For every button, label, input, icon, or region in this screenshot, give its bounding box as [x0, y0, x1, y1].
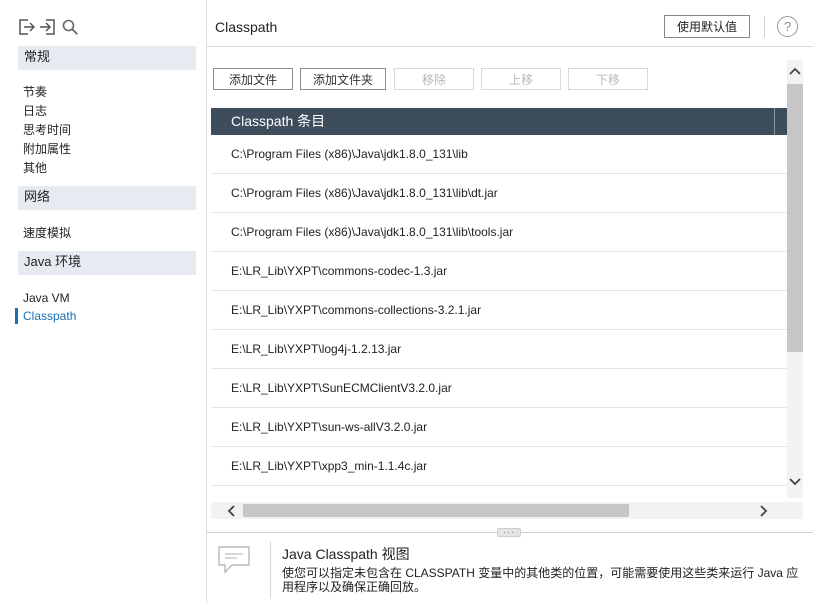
add-file-button[interactable]: 添加文件 [213, 68, 293, 90]
scroll-left-icon[interactable] [221, 502, 241, 519]
help-icon[interactable]: ? [777, 16, 798, 37]
header-divider [764, 16, 765, 38]
remove-button[interactable]: 移除 [394, 68, 474, 90]
sidebar-toolbar [16, 17, 80, 37]
move-up-button[interactable]: 上移 [481, 68, 561, 90]
sidebar-item-miscellaneous[interactable]: 其他 [23, 160, 47, 176]
search-icon[interactable] [60, 17, 80, 37]
sidebar-item-think-time[interactable]: 思考时间 [23, 122, 71, 138]
table-row[interactable]: E:\LR_Lib\YXPT\sun-ws-allV3.2.0.jar [211, 408, 787, 447]
table-row[interactable]: C:\Program Files (x86)\Java\jdk1.8.0_131… [211, 213, 787, 252]
sidebar-item-pacing[interactable]: 节奏 [23, 84, 47, 100]
table-row[interactable]: E:\LR_Lib\YXPT\SunECMClientV3.2.0.jar [211, 369, 787, 408]
horizontal-scroll-thumb[interactable] [243, 504, 629, 517]
sidebar-item-log[interactable]: 日志 [23, 103, 47, 119]
table-row[interactable]: C:\Program Files (x86)\Java\jdk1.8.0_131… [211, 135, 787, 174]
section-header-java-environment: Java 环境 [18, 251, 196, 275]
section-header-general: 常规 [18, 46, 196, 70]
info-description: 使您可以指定未包含在 CLASSPATH 变量中的其他类的位置，可能需要使用这些… [282, 566, 799, 594]
table-row[interactable]: C:\Program Files (x86)\Java\jdk1.8.0_131… [211, 174, 787, 213]
sidebar-item-java-vm[interactable]: Java VM [23, 290, 70, 306]
table-header: Classpath 条目 [211, 108, 787, 135]
table-row[interactable]: E:\LR_Lib\YXPT\commons-collections-3.2.1… [211, 291, 787, 330]
column-header-classpath-entries[interactable]: Classpath 条目 [231, 113, 325, 129]
resize-grip[interactable]: ··· [497, 528, 521, 537]
active-indicator [15, 308, 18, 324]
info-panel: ··· Java Classpath 视图 使您可以指定未包含在 CLASSPA… [207, 528, 813, 603]
info-title: Java Classpath 视图 [282, 546, 410, 562]
scroll-up-icon[interactable] [787, 63, 803, 79]
vertical-scrollbar[interactable] [787, 60, 803, 498]
scroll-down-icon[interactable] [787, 474, 803, 490]
import-icon[interactable] [38, 17, 58, 37]
table-row[interactable]: E:\LR_Lib\YXPT\commons-codec-1.3.jar [211, 252, 787, 291]
sidebar: 常规 节奏 日志 思考时间 附加属性 其他 网络 速度模拟 Java 环境 Ja… [0, 0, 207, 603]
comment-icon [216, 544, 252, 576]
column-separator[interactable] [774, 108, 775, 135]
page-title: Classpath [215, 19, 278, 35]
table-row[interactable]: E:\LR_Lib\YXPT\xpp3_min-1.1.4c.jar [211, 447, 787, 486]
export-icon[interactable] [16, 17, 36, 37]
horizontal-scrollbar[interactable] [211, 502, 803, 519]
info-divider [270, 541, 271, 599]
move-down-button[interactable]: 下移 [568, 68, 648, 90]
table-row[interactable]: E:\LR_Lib\YXPT\log4j-1.2.13.jar [211, 330, 787, 369]
sidebar-item-additional-attributes[interactable]: 附加属性 [23, 141, 71, 157]
add-folder-button[interactable]: 添加文件夹 [300, 68, 386, 90]
content-header: Classpath 使用默认值 ? [207, 0, 813, 47]
section-header-network: 网络 [18, 186, 196, 210]
classpath-table: Classpath 条目 C:\Program Files (x86)\Java… [211, 108, 787, 498]
scroll-right-icon[interactable] [754, 502, 774, 519]
vertical-scroll-thumb[interactable] [787, 84, 803, 352]
sidebar-item-classpath[interactable]: Classpath [23, 308, 76, 324]
use-defaults-button[interactable]: 使用默认值 [664, 15, 750, 38]
sidebar-item-speed-simulation[interactable]: 速度模拟 [23, 225, 71, 241]
